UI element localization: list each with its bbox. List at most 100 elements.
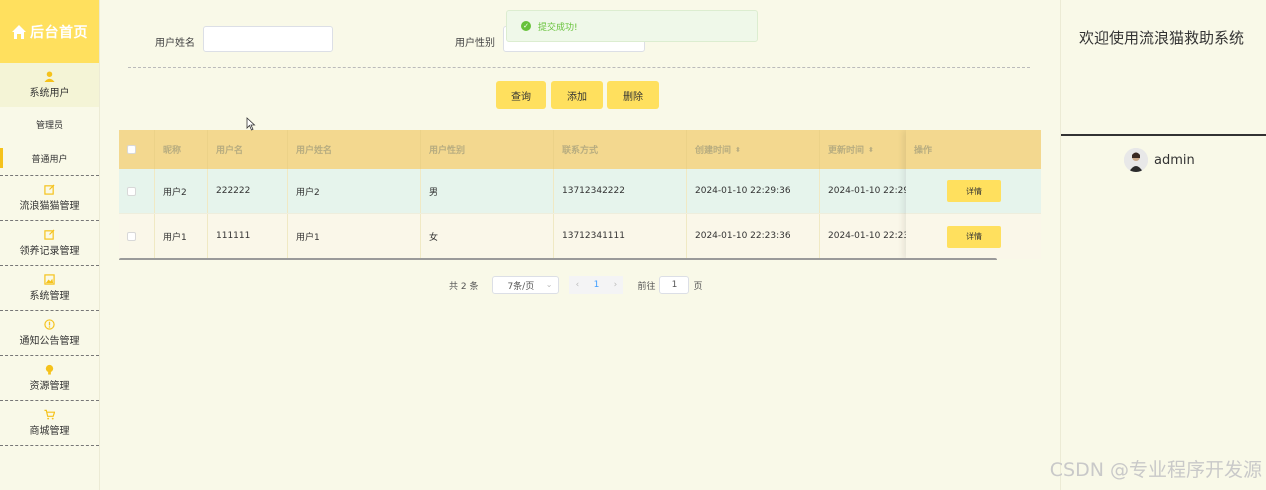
header-gender: 用户性别 xyxy=(421,130,554,169)
table-row[interactable]: 用户1 111111 用户1 女 13712341111 2024-01-10 … xyxy=(119,214,1041,259)
menu-cat-management-label: 流浪猫猫管理 xyxy=(19,201,80,212)
menu-shop-management-label: 商城管理 xyxy=(29,426,70,437)
name-label: 用户姓名 xyxy=(155,38,195,49)
operation-column: 操作 详情 详情 xyxy=(906,130,1041,260)
cell-username: 222222 xyxy=(208,169,288,213)
header-updated-label: 更新时间 xyxy=(828,146,865,156)
username: admin xyxy=(1154,152,1195,168)
sidebar: 后台首页 系统用户 管理员 普通用户 流浪猫猫管理 领养记录管理 系统管理 通知… xyxy=(0,0,100,490)
header-created[interactable]: 创建时间 ⬍ xyxy=(687,130,820,169)
logo-title: 后台首页 xyxy=(30,24,88,41)
cell-realname: 用户1 xyxy=(288,214,421,258)
cell-realname: 用户2 xyxy=(288,169,421,213)
menu-system-management-label: 系统管理 xyxy=(29,291,70,302)
header-realname: 用户姓名 xyxy=(288,130,421,169)
page-size-select[interactable]: 7条/页 ⌄ xyxy=(492,276,560,294)
cell-created: 2024-01-10 22:23:36 xyxy=(687,214,820,258)
user-info[interactable]: admin xyxy=(1124,148,1195,172)
welcome-title: 欢迎使用流浪猫救助系统 xyxy=(1079,29,1245,47)
header-phone: 联系方式 xyxy=(554,130,687,169)
menu-group-cats: 流浪猫猫管理 xyxy=(0,176,99,221)
success-toast: ✓ 提交成功! xyxy=(506,10,758,42)
page-size-value: 7条/页 xyxy=(507,281,535,292)
header-operation: 操作 xyxy=(906,130,1041,169)
select-all-checkbox[interactable] xyxy=(127,145,136,154)
prev-page-button[interactable]: ‹ xyxy=(569,276,586,294)
menu-notice-management[interactable]: 通知公告管理 xyxy=(0,311,99,355)
user-table: 昵称 用户名 用户姓名 用户性别 联系方式 创建时间 ⬍ 更新时间 ⬍ 用户2 22… xyxy=(119,130,1041,260)
sidebar-item-admin-label: 管理员 xyxy=(35,120,63,131)
menu-resource-management[interactable]: 资源管理 xyxy=(0,356,99,400)
delete-button[interactable]: 删除 xyxy=(607,81,659,109)
menu-system-users[interactable]: 系统用户 xyxy=(0,63,99,107)
chevron-left-icon: ‹ xyxy=(575,280,580,290)
menu-system-users-label: 系统用户 xyxy=(29,88,70,99)
image-icon xyxy=(44,274,55,285)
mouse-cursor-icon xyxy=(246,117,256,131)
row-checkbox[interactable] xyxy=(127,186,136,196)
horizontal-scrollbar[interactable] xyxy=(119,258,997,260)
page-unit-label: 页 xyxy=(693,281,703,292)
home-icon xyxy=(12,24,26,39)
check-icon: ✓ xyxy=(521,21,531,31)
operation-cell: 详情 xyxy=(906,169,1041,214)
table-header: 昵称 用户名 用户姓名 用户性别 联系方式 创建时间 ⬍ 更新时间 ⬍ xyxy=(119,130,1041,169)
header-created-label: 创建时间 xyxy=(695,146,732,156)
row-select-cell xyxy=(119,169,155,213)
menu-system-management[interactable]: 系统管理 xyxy=(0,266,99,310)
menu-group-adoption: 领养记录管理 xyxy=(0,221,99,266)
cell-created: 2024-01-10 22:29:36 xyxy=(687,169,820,213)
menu-adoption-records[interactable]: 领养记录管理 xyxy=(0,221,99,265)
next-page-button[interactable]: › xyxy=(607,276,624,294)
cell-phone: 13712342222 xyxy=(554,169,687,213)
toast-message: 提交成功! xyxy=(538,22,578,33)
chevron-down-icon: ⌄ xyxy=(545,280,553,289)
edit-icon xyxy=(44,229,55,240)
sort-icon[interactable]: ⬍ xyxy=(868,146,874,154)
select-all-cell xyxy=(119,130,155,169)
gender-label: 用户性别 xyxy=(455,38,495,49)
detail-button[interactable]: 详情 xyxy=(947,225,1001,248)
cell-nickname: 用户2 xyxy=(155,169,208,213)
row-checkbox[interactable] xyxy=(127,231,136,241)
table-row[interactable]: 用户2 222222 用户2 男 13712342222 2024-01-10 … xyxy=(119,169,1041,214)
avatar-icon xyxy=(1124,148,1148,172)
cell-username: 111111 xyxy=(208,214,288,258)
sort-icon[interactable]: ⬍ xyxy=(735,146,741,154)
add-button[interactable]: 添加 xyxy=(551,81,603,109)
menu-group-system: 系统管理 xyxy=(0,266,99,311)
right-panel: 欢迎使用流浪猫救助系统 admin xyxy=(1060,0,1266,490)
detail-button[interactable]: 详情 xyxy=(947,180,1001,202)
cell-phone: 13712341111 xyxy=(554,214,687,258)
cell-gender: 女 xyxy=(421,214,554,258)
menu-group-shop: 商城管理 xyxy=(0,401,99,446)
sidebar-item-normal-user[interactable]: 普通用户 xyxy=(0,141,99,175)
goto-input[interactable]: 1 xyxy=(659,276,690,294)
user-icon xyxy=(44,71,55,82)
divider-line xyxy=(1061,134,1266,136)
operation-cell: 详情 xyxy=(906,214,1041,259)
cart-icon xyxy=(44,409,55,420)
divider xyxy=(128,67,1030,68)
chevron-right-icon: › xyxy=(613,280,618,290)
goto-label: 前往 xyxy=(637,281,656,292)
info-icon xyxy=(44,319,55,330)
menu-notice-management-label: 通知公告管理 xyxy=(19,336,80,347)
cell-nickname: 用户1 xyxy=(155,214,208,258)
page-number[interactable]: 1 xyxy=(585,276,608,294)
sidebar-item-admin[interactable]: 管理员 xyxy=(0,107,99,141)
menu-shop-management[interactable]: 商城管理 xyxy=(0,401,99,445)
header-nickname: 昵称 xyxy=(155,130,208,169)
menu-adoption-records-label: 领养记录管理 xyxy=(19,246,80,257)
menu-group-notice: 通知公告管理 xyxy=(0,311,99,356)
total-count: 共 2 条 xyxy=(449,281,479,292)
pagination: 共 2 条 7条/页 ⌄ ‹ 1 › 前往 1 页 xyxy=(449,276,702,294)
menu-group-resources: 资源管理 xyxy=(0,356,99,401)
cell-gender: 男 xyxy=(421,169,554,213)
menu-group-system-users: 系统用户 管理员 普通用户 xyxy=(0,63,99,176)
menu-cat-management[interactable]: 流浪猫猫管理 xyxy=(0,176,99,220)
logo-home[interactable]: 后台首页 xyxy=(0,0,99,63)
query-button[interactable]: 查询 xyxy=(496,81,546,109)
edit-icon xyxy=(44,184,55,195)
name-input[interactable] xyxy=(203,26,333,52)
